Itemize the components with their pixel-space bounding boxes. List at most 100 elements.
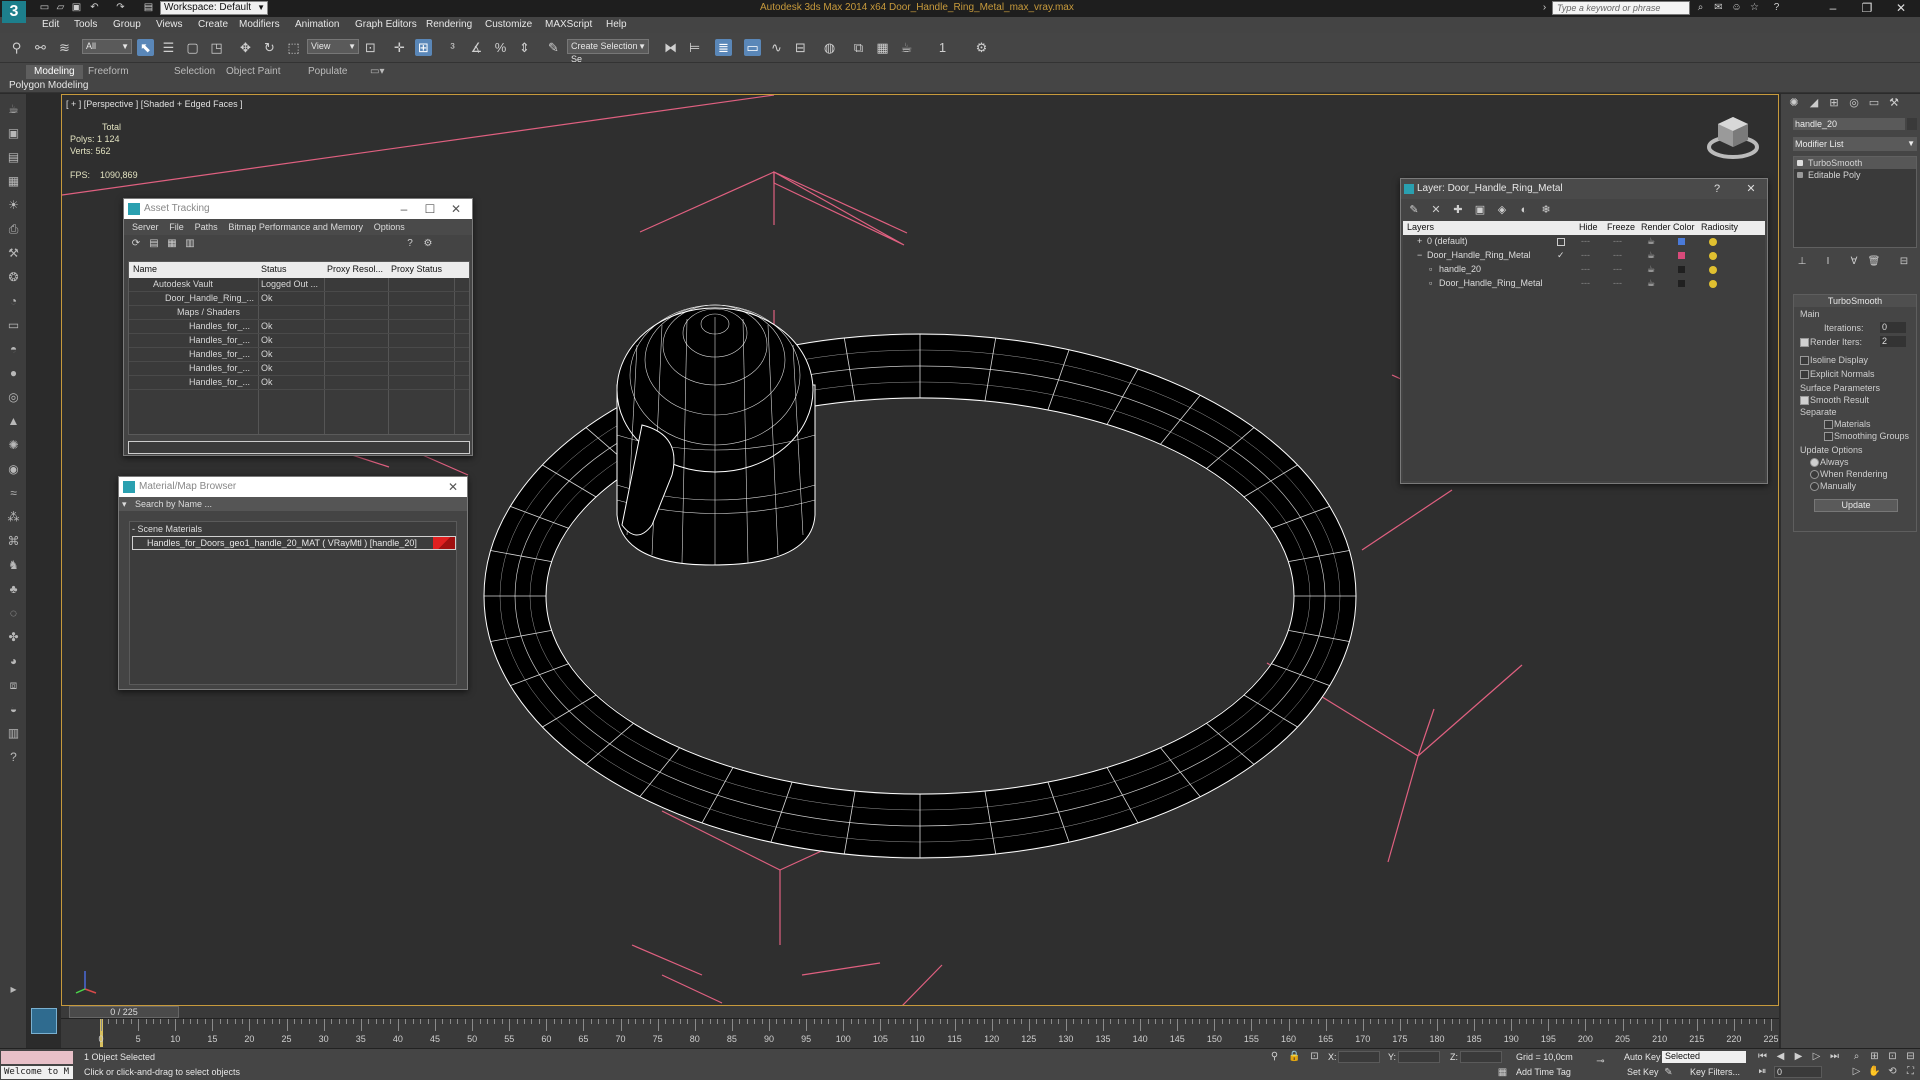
bind-space-warp-icon[interactable]: ≋ [56, 39, 73, 56]
table-row[interactable]: Handles_for_... Ok [129, 376, 469, 390]
rectangular-selection-icon[interactable]: ▢ [184, 39, 201, 56]
menu-rendering[interactable]: Rendering [426, 19, 472, 30]
sphere-icon[interactable]: ● [6, 366, 21, 381]
help-icon[interactable]: ? [404, 238, 416, 250]
save-icon[interactable]: ▣ [70, 2, 83, 14]
explicit-normals-checkbox[interactable]: Explicit Normals [1800, 369, 1875, 379]
menu-file[interactable]: File [169, 219, 184, 235]
field-of-view-icon[interactable]: ▷ [1850, 1065, 1863, 1078]
project-folder-icon[interactable]: ▤ [142, 2, 155, 14]
material-search-input[interactable]: ▾ Search by Name ... [119, 497, 467, 511]
sun-icon[interactable]: ✺ [6, 438, 21, 453]
torus-icon[interactable]: ◎ [6, 390, 21, 405]
go-to-end-icon[interactable]: ⏭ [1828, 1050, 1841, 1063]
help-icon[interactable]: ? [1707, 179, 1727, 199]
vray-settings-icon[interactable]: ⚙ [973, 39, 990, 56]
schematic-view-icon[interactable]: ⊟ [792, 39, 809, 56]
close-icon[interactable]: ✕ [441, 477, 465, 497]
isoline-display-checkbox[interactable]: Isoline Display [1800, 355, 1868, 365]
smoothing-groups-checkbox[interactable]: Smoothing Groups [1824, 431, 1909, 441]
pan-icon[interactable]: ✋ [1868, 1065, 1881, 1078]
vray-light-icon[interactable]: ◒ [6, 702, 21, 717]
list-item[interactable]: Handles_for_Doors_geo1_handle_20_MAT ( V… [132, 536, 456, 550]
hair-icon[interactable]: ≈ [6, 486, 21, 501]
menu-views[interactable]: Views [156, 19, 183, 30]
menu-modifiers[interactable]: Modifiers [239, 19, 280, 30]
teapot-icon[interactable]: ☕ [1647, 236, 1655, 247]
make-unique-icon[interactable]: ∀ [1847, 256, 1861, 270]
scene-icon[interactable]: ⧈ [6, 678, 21, 693]
select-and-scale-icon[interactable]: ⬚ [285, 39, 302, 56]
set-key-icon[interactable]: ✎ [1662, 1066, 1675, 1079]
mass-fx-icon[interactable]: ✤ [6, 630, 21, 645]
bulb-icon[interactable] [1709, 238, 1717, 246]
reference-coordinate-dropdown[interactable]: View ▼ [307, 39, 359, 54]
plane-icon[interactable]: ▤ [6, 150, 21, 165]
communication-center-icon[interactable]: ✉ [1712, 2, 1725, 14]
select-objects-icon[interactable]: ▣ [1473, 203, 1487, 217]
menu-graph-editors[interactable]: Graph Editors [355, 19, 417, 30]
teapot-icon[interactable]: ☕ [1647, 264, 1655, 275]
layer-color-swatch[interactable] [1678, 266, 1685, 273]
highlight-layer-icon[interactable]: ◈ [1495, 203, 1509, 217]
ribbon-polygon-modeling[interactable]: Polygon Modeling [9, 80, 89, 91]
iterations-spinner[interactable]: 0 [1880, 322, 1906, 333]
layer-row[interactable]: ▫ handle_20 --- --- ☕ [1403, 263, 1765, 277]
vray-proxy-icon[interactable]: ▥ [6, 726, 21, 741]
menu-bitmap-performance[interactable]: Bitmap Performance and Memory [228, 219, 363, 235]
tab-modeling[interactable]: Modeling [26, 65, 83, 79]
named-selection-set-dropdown[interactable]: Create Selection Se ▼ [567, 39, 649, 64]
time-slider[interactable]: 0 / 225 [61, 1006, 1779, 1018]
create-layer-icon[interactable]: ✎ [1407, 203, 1421, 217]
favorites-star-icon[interactable]: ☆ [1748, 2, 1761, 14]
layer-manager-titlebar[interactable]: Layer: Door_Handle_Ring_Metal ? ✕ [1401, 179, 1767, 199]
table-row[interactable]: Handles_for_... Ok [129, 362, 469, 376]
percent-snap-icon[interactable]: % [492, 39, 509, 56]
x-coordinate-field[interactable] [1338, 1051, 1380, 1063]
mirror-icon[interactable]: ⧓ [662, 39, 679, 56]
add-time-tag[interactable]: Add Time Tag [1516, 1067, 1571, 1077]
zoom-extents-icon[interactable]: ⊡ [1886, 1050, 1899, 1063]
render-iters-checkbox[interactable]: Render Iters: [1800, 337, 1862, 347]
select-and-link-icon[interactable]: ⚲ [8, 39, 25, 56]
when-rendering-radio[interactable]: When Rendering [1810, 469, 1888, 479]
orbit-icon[interactable]: ⟲ [1886, 1065, 1899, 1078]
teapot-icon[interactable]: ☕ [1647, 278, 1655, 289]
object-color-swatch[interactable] [1907, 118, 1917, 130]
close-icon[interactable]: ✕ [444, 199, 468, 219]
binoculars-icon[interactable]: ⌕ [1694, 2, 1707, 14]
menu-tools[interactable]: Tools [74, 19, 97, 30]
layer-color-swatch[interactable] [1678, 252, 1685, 259]
layer-row[interactable]: − Door_Handle_Ring_Metal ✓ --- --- ☕ [1403, 249, 1765, 263]
z-coordinate-field[interactable] [1460, 1051, 1502, 1063]
list-view-icon[interactable]: ▤ [148, 238, 160, 250]
camera-icon[interactable]: ⎙ [6, 222, 21, 237]
pivot-center-icon[interactable]: ⊡ [362, 39, 379, 56]
zoom-icon[interactable]: ⌕ [1850, 1050, 1863, 1063]
menu-server[interactable]: Server [132, 219, 159, 235]
object-name-field[interactable]: handle_20 [1793, 118, 1905, 130]
material-editor-icon[interactable]: ◍ [821, 39, 838, 56]
search-input[interactable]: Type a keyword or phrase [1552, 1, 1690, 15]
ribbon-options-icon[interactable]: ▭▾ [362, 65, 392, 79]
maxscript-output[interactable]: Welcome to M [1, 1066, 73, 1079]
select-and-move-icon[interactable]: ✥ [237, 39, 254, 56]
asset-tracking-titlebar[interactable]: Asset Tracking – ☐ ✕ [124, 199, 472, 219]
workspace-selector[interactable]: Workspace: Default ▼ [160, 1, 268, 15]
menu-edit[interactable]: Edit [42, 19, 59, 30]
maximize-viewport-icon[interactable] [31, 1008, 57, 1034]
menu-customize[interactable]: Customize [485, 19, 532, 30]
freeze-all-icon[interactable]: ❄ [1539, 203, 1553, 217]
restore-icon[interactable]: ❐ [1852, 0, 1882, 16]
tab-selection[interactable]: Selection [166, 65, 223, 79]
transform-mode-icon[interactable]: ⊡ [1308, 1050, 1321, 1063]
select-manipulate-icon[interactable]: ✛ [391, 39, 408, 56]
help-icon[interactable]: ? [1770, 2, 1783, 14]
isolate-selection-icon[interactable]: ⚲ [1268, 1050, 1281, 1063]
go-to-start-icon[interactable]: ⏮ [1756, 1050, 1769, 1063]
maximize-icon[interactable]: ☐ [418, 199, 442, 219]
open-file-icon[interactable]: ▱ [54, 2, 67, 14]
delete-layer-icon[interactable]: ✕ [1429, 203, 1443, 217]
tab-object-paint[interactable]: Object Paint [218, 65, 288, 79]
viewport-label[interactable]: [ + ] [Perspective ] [Shaded + Edged Fac… [66, 99, 243, 109]
